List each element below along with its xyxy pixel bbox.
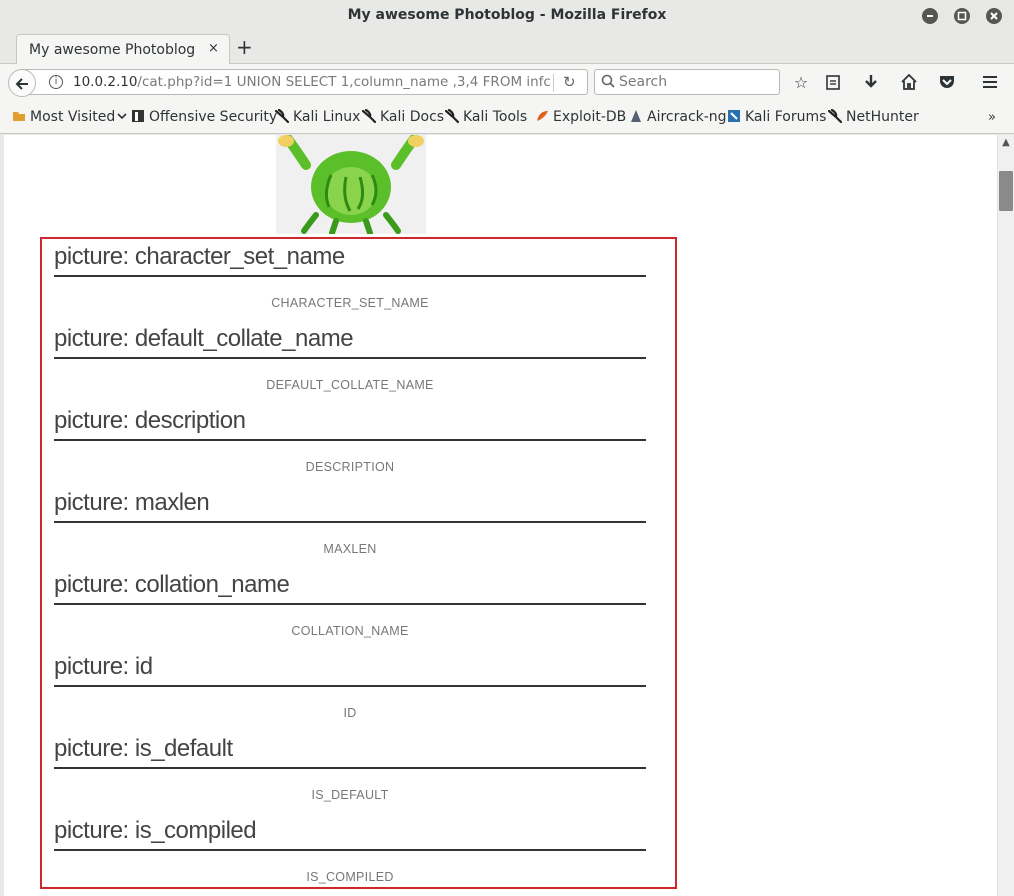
bookmark-label: Kali Docs [380,109,445,125]
menu-hamburger-icon[interactable] [980,73,1000,93]
search-placeholder: Search [619,74,668,90]
bookmark-label: NetHunter [846,109,919,125]
tab-label: My awesome Photoblog [29,42,196,58]
page-content: picture: character_set_name CHARACTER_SET… [4,135,997,896]
entry-caption: COLLATION_NAME [291,624,409,638]
entry-caption: IS_COMPILED [306,870,394,884]
kali-dragon-icon [274,108,290,124]
kali-dragon-icon [361,108,377,124]
folder-icon [12,109,26,123]
hamburger-icon [983,76,997,88]
site-info-icon[interactable]: i [49,75,63,89]
bookmark-offensive-security[interactable]: Offensive Security [131,109,277,125]
maximize-button[interactable] [954,8,970,24]
minimize-button[interactable] [922,8,938,24]
url-bar[interactable]: i 10.0.2.10/cat.php?id=1 UNION SELECT 1,… [22,69,588,95]
reload-icon[interactable]: ↻ [563,73,576,91]
entry-caption: DESCRIPTION [305,460,395,474]
back-arrow-icon [15,78,28,90]
window-title: My awesome Photoblog - Mozilla Firefox [347,7,667,23]
kali-dragon-icon [827,108,843,124]
entry-title: picture: is_compiled [54,817,646,851]
tab-close-icon[interactable]: × [208,41,219,56]
url-host: 10.0.2.10 [73,74,138,90]
bookmarks-overflow-icon[interactable]: » [988,110,996,125]
bookmark-label: Most Visited [30,109,116,125]
cthulhu-mascot-image [276,135,426,236]
bookmark-kali-tools[interactable]: Kali Tools [444,108,528,125]
kali-dragon-icon [444,108,460,124]
entry-title: picture: character_set_name [54,243,646,277]
bookmark-aircrack-ng[interactable]: Aircrack-ng [629,109,727,125]
url-text[interactable]: 10.0.2.10/cat.php?id=1 UNION SELECT 1,co… [73,74,558,90]
back-button[interactable] [8,69,36,97]
kali-forums-icon [727,109,741,123]
bookmark-star-icon[interactable]: ☆ [791,73,811,93]
home-icon[interactable] [899,73,919,93]
bookmarks-toolbar: Most Visited Offensive Security Kali Linux… [0,102,1014,134]
minimize-icon [927,15,933,17]
entry-title: picture: collation_name [54,571,646,605]
download-arrow-icon [865,75,877,88]
maximize-icon [957,11,967,21]
exploitdb-icon [535,109,549,123]
tab-photoblog[interactable]: My awesome Photoblog × [16,34,230,65]
entry-title: picture: description [54,407,646,441]
bookmark-label: Aircrack-ng [647,109,727,125]
scroll-up-arrow-icon[interactable]: ▲ [998,137,1014,148]
entry-caption: MAXLEN [323,542,377,556]
bookmark-label: Exploit-DB [553,109,627,125]
navigation-bar: i 10.0.2.10/cat.php?id=1 UNION SELECT 1,… [0,64,1014,102]
entry-title: picture: id [54,653,646,687]
pocket-shield-icon [940,76,954,88]
vertical-scrollbar[interactable]: ▲ [997,135,1014,896]
bookmark-label: Kali Forums [745,109,827,125]
bookmark-label: Kali Tools [463,109,528,125]
scrollbar-thumb[interactable] [999,171,1013,211]
entry-caption: CHARACTER_SET_NAME [271,296,429,310]
entry-caption: ID [343,706,357,720]
entry-caption: DEFAULT_COLLATE_NAME [266,378,434,392]
entry-title: picture: maxlen [54,489,646,523]
bookmark-kali-forums[interactable]: Kali Forums [727,109,826,125]
bookmark-kali-docs[interactable]: Kali Docs [361,108,445,125]
bookmark-most-visited[interactable]: Most Visited [12,109,127,125]
chevron-down-icon [115,109,127,125]
search-bar[interactable]: Search [594,69,780,95]
entry-caption: IS_DEFAULT [311,788,389,802]
aircrack-icon [629,109,643,123]
bookmark-nethunter[interactable]: NetHunter [827,108,919,125]
cthulhu-icon [278,135,424,236]
bookmark-label: Kali Linux [293,109,361,125]
clipboard-icon [826,75,840,90]
house-icon [901,73,917,90]
close-icon [990,12,998,20]
window-titlebar: My awesome Photoblog - Mozilla Firefox [0,0,1014,32]
search-icon [601,74,615,88]
download-icon[interactable] [861,73,881,93]
reading-list-icon[interactable] [823,73,843,93]
tab-strip: My awesome Photoblog × [0,32,1014,65]
window-close-button[interactable] [986,8,1002,24]
bookmark-kali-linux[interactable]: Kali Linux [274,108,361,125]
bookmark-label: Offensive Security [149,109,278,125]
offsec-icon [131,109,145,123]
bookmark-exploit-db[interactable]: Exploit-DB [535,109,626,125]
url-path: /cat.php?id=1 UNION SELECT 1,column_name… [137,74,551,90]
pocket-icon[interactable] [937,73,957,93]
entry-title: picture: default_collate_name [54,325,646,359]
url-separator [553,74,554,92]
new-tab-button[interactable]: + [236,36,253,58]
entry-title: picture: is_default [54,735,646,769]
